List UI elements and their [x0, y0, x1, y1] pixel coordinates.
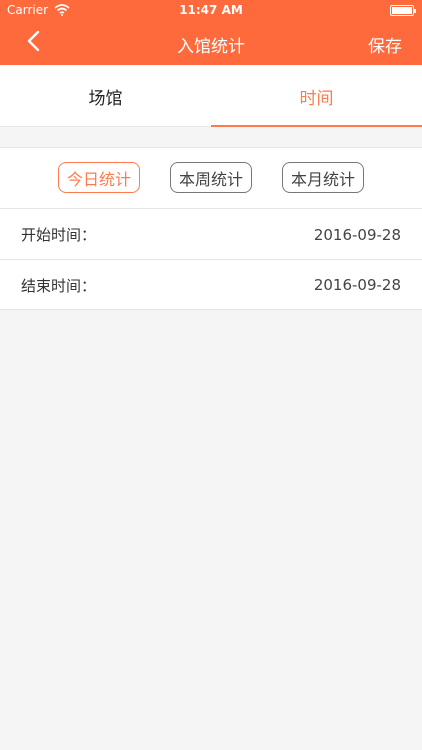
tab-time[interactable]: 时间: [211, 65, 422, 127]
start-time-label: 开始时间：: [21, 226, 97, 244]
top-bar: Carrier 11:47 AM 入馆统计 保存: [0, 0, 422, 65]
status-bar: Carrier 11:47 AM: [0, 0, 422, 20]
battery-icon: [390, 5, 416, 16]
status-time: 11:47 AM: [179, 3, 243, 17]
active-tab-indicator: [211, 125, 422, 127]
today-stats-button[interactable]: 今日统计: [58, 162, 140, 193]
stats-card: 今日统计 本周统计 本月统计 开始时间： 2016-09-28 结束时间： 20…: [0, 147, 422, 310]
week-stats-button[interactable]: 本周统计: [170, 162, 252, 193]
start-time-value[interactable]: 2016-09-28: [314, 226, 401, 244]
period-selector: 今日统计 本周统计 本月统计: [0, 148, 422, 209]
segment-tabs: 场馆 时间: [0, 65, 422, 127]
navigation-bar: 入馆统计 保存: [0, 20, 422, 65]
save-button[interactable]: 保存: [368, 32, 402, 57]
end-time-label: 结束时间：: [21, 276, 97, 295]
page-title: 入馆统计: [177, 37, 245, 57]
start-time-row[interactable]: 开始时间： 2016-09-28: [0, 210, 422, 260]
month-stats-button[interactable]: 本月统计: [282, 162, 364, 193]
end-time-value[interactable]: 2016-09-28: [314, 276, 401, 294]
end-time-row[interactable]: 结束时间： 2016-09-28: [0, 260, 422, 310]
tab-venue[interactable]: 场馆: [0, 65, 211, 127]
